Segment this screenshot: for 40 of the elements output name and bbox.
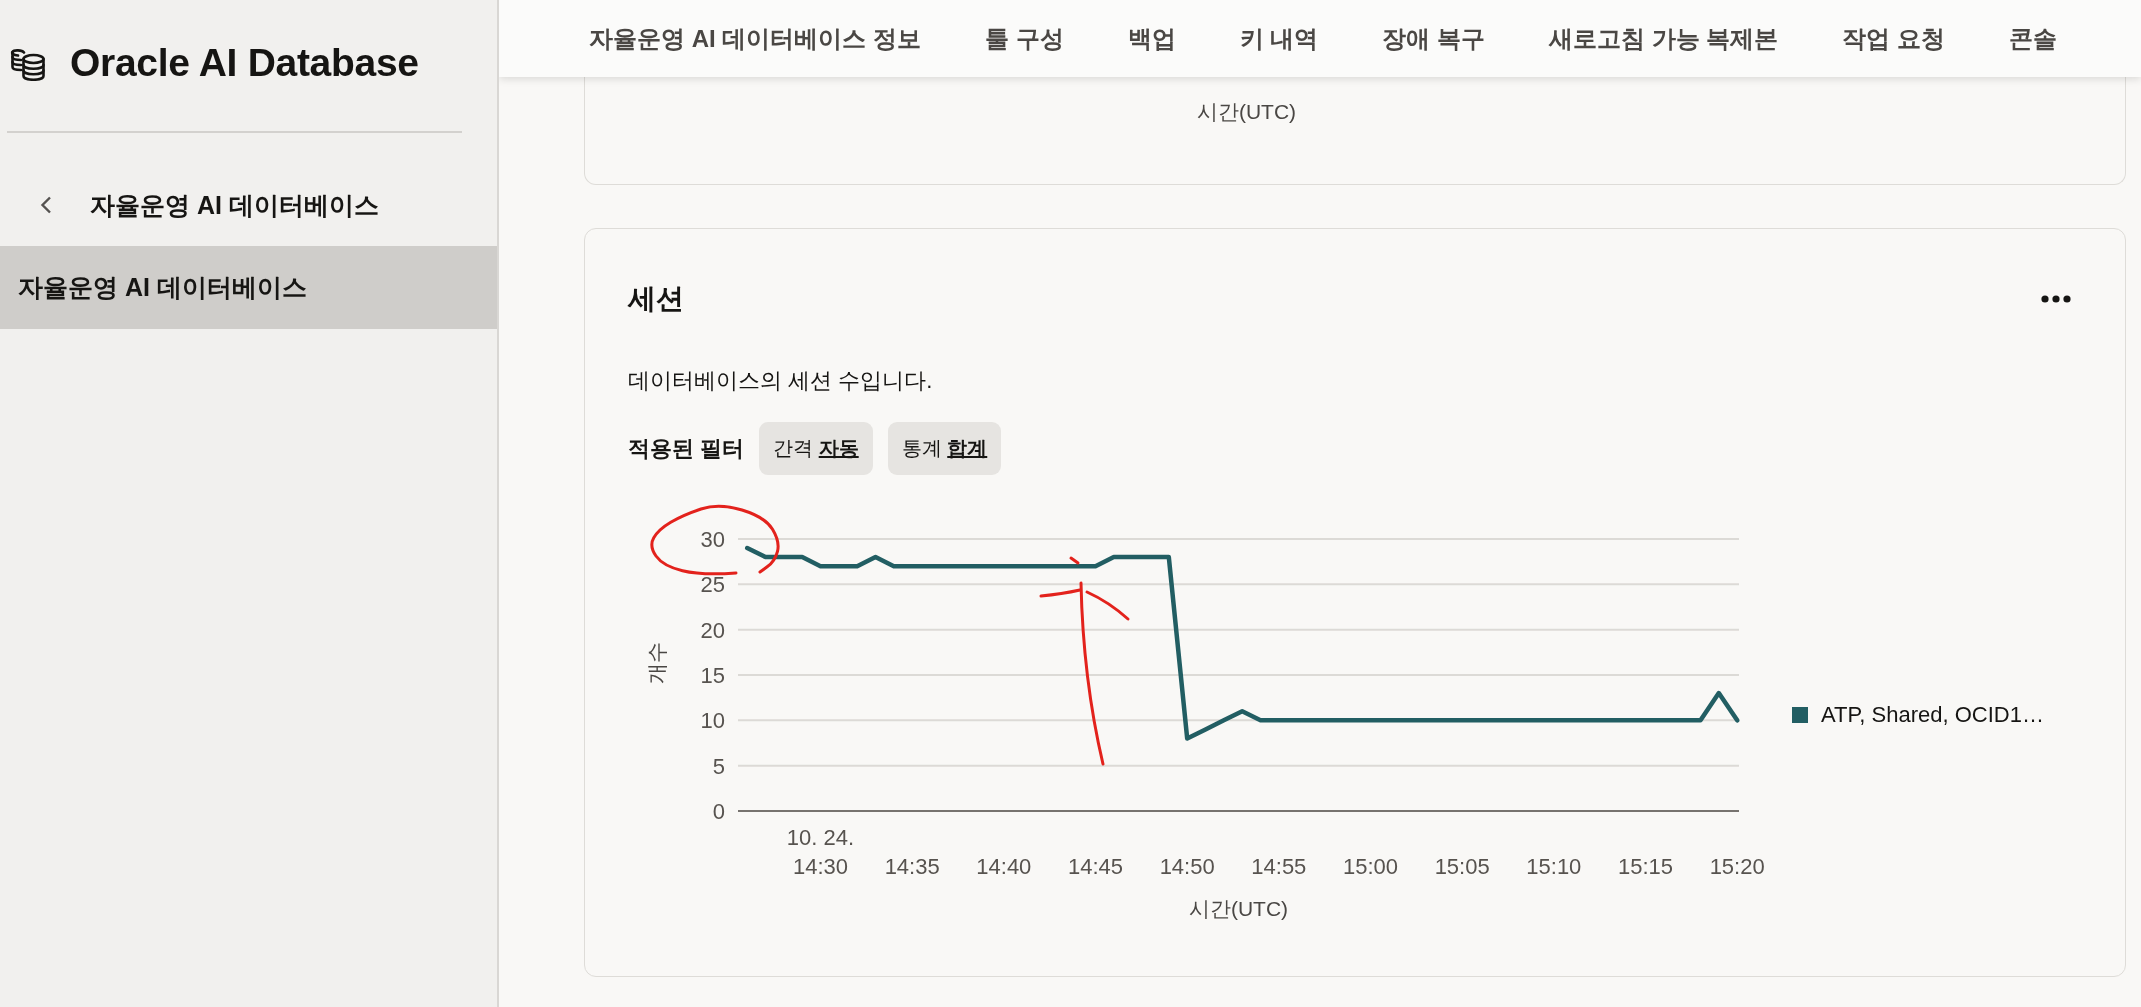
- filter-chip[interactable]: 통계 합계: [887, 422, 1002, 475]
- app-title: Oracle AI Database: [70, 43, 419, 83]
- more-icon[interactable]: [2041, 295, 2071, 303]
- y-tick-label: 10: [700, 708, 725, 734]
- nav-tab[interactable]: 툴 구성: [953, 22, 1096, 55]
- x-tick-label: 15:00: [1342, 854, 1399, 879]
- x-tick-label: 14:35: [884, 854, 940, 879]
- y-axis-title: 개수: [644, 642, 668, 684]
- nav-tab[interactable]: 새로고침 가능 복제본: [1517, 22, 1811, 55]
- sidebar-item[interactable]: 자율운영 AI 데이터베이스: [0, 246, 497, 329]
- card-title: 세션: [628, 282, 684, 316]
- nav-tab[interactable]: 장애 복구: [1350, 22, 1518, 55]
- card-description: 데이터베이스의 세션 수입니다.: [628, 367, 934, 395]
- x-tick-label: 15:05: [1434, 854, 1490, 879]
- x-tick-label: 14:55: [1251, 854, 1307, 879]
- nav-tab[interactable]: 콘솔: [1977, 22, 2090, 55]
- filter-chip[interactable]: 간격 자동: [759, 422, 873, 475]
- y-tick-label: 5: [712, 753, 725, 779]
- x-tick-label: 14:50: [1159, 854, 1215, 879]
- y-tick-label: 30: [700, 527, 725, 552]
- back-link[interactable]: 자율운영 AI 데이터베이스: [0, 185, 379, 225]
- legend-label: ATP, Shared, OCID1…: [1821, 702, 2044, 728]
- nav-tab[interactable]: 키 내역: [1207, 22, 1351, 55]
- y-tick-label: 15: [700, 663, 725, 688]
- y-tick-label: 25: [700, 572, 725, 598]
- filters-label: 적용된 필터: [628, 434, 745, 463]
- nav-tab[interactable]: 자율운영 AI 데이터베이스 정보: [557, 22, 953, 55]
- chevron-left-icon: [40, 196, 52, 214]
- y-tick-label: 20: [700, 617, 725, 643]
- x-tick-label: 15:15: [1617, 854, 1674, 879]
- nav-tab[interactable]: 작업 요청: [1810, 22, 1978, 55]
- x-tick-label: 10. 24. 14:30: [786, 825, 855, 879]
- x-tick-label: 14:45: [1067, 854, 1124, 879]
- x-tick-label: 14:40: [976, 854, 1032, 879]
- x-axis-title: 시간(UTC): [1196, 99, 1297, 125]
- nav-tab[interactable]: 백업: [1095, 22, 1208, 55]
- x-tick-label: 15:10: [1526, 854, 1582, 879]
- x-axis-title: 시간(UTC): [1188, 897, 1289, 920]
- x-tick-label: 15:20: [1709, 854, 1765, 879]
- y-tick-label: 0: [712, 799, 725, 824]
